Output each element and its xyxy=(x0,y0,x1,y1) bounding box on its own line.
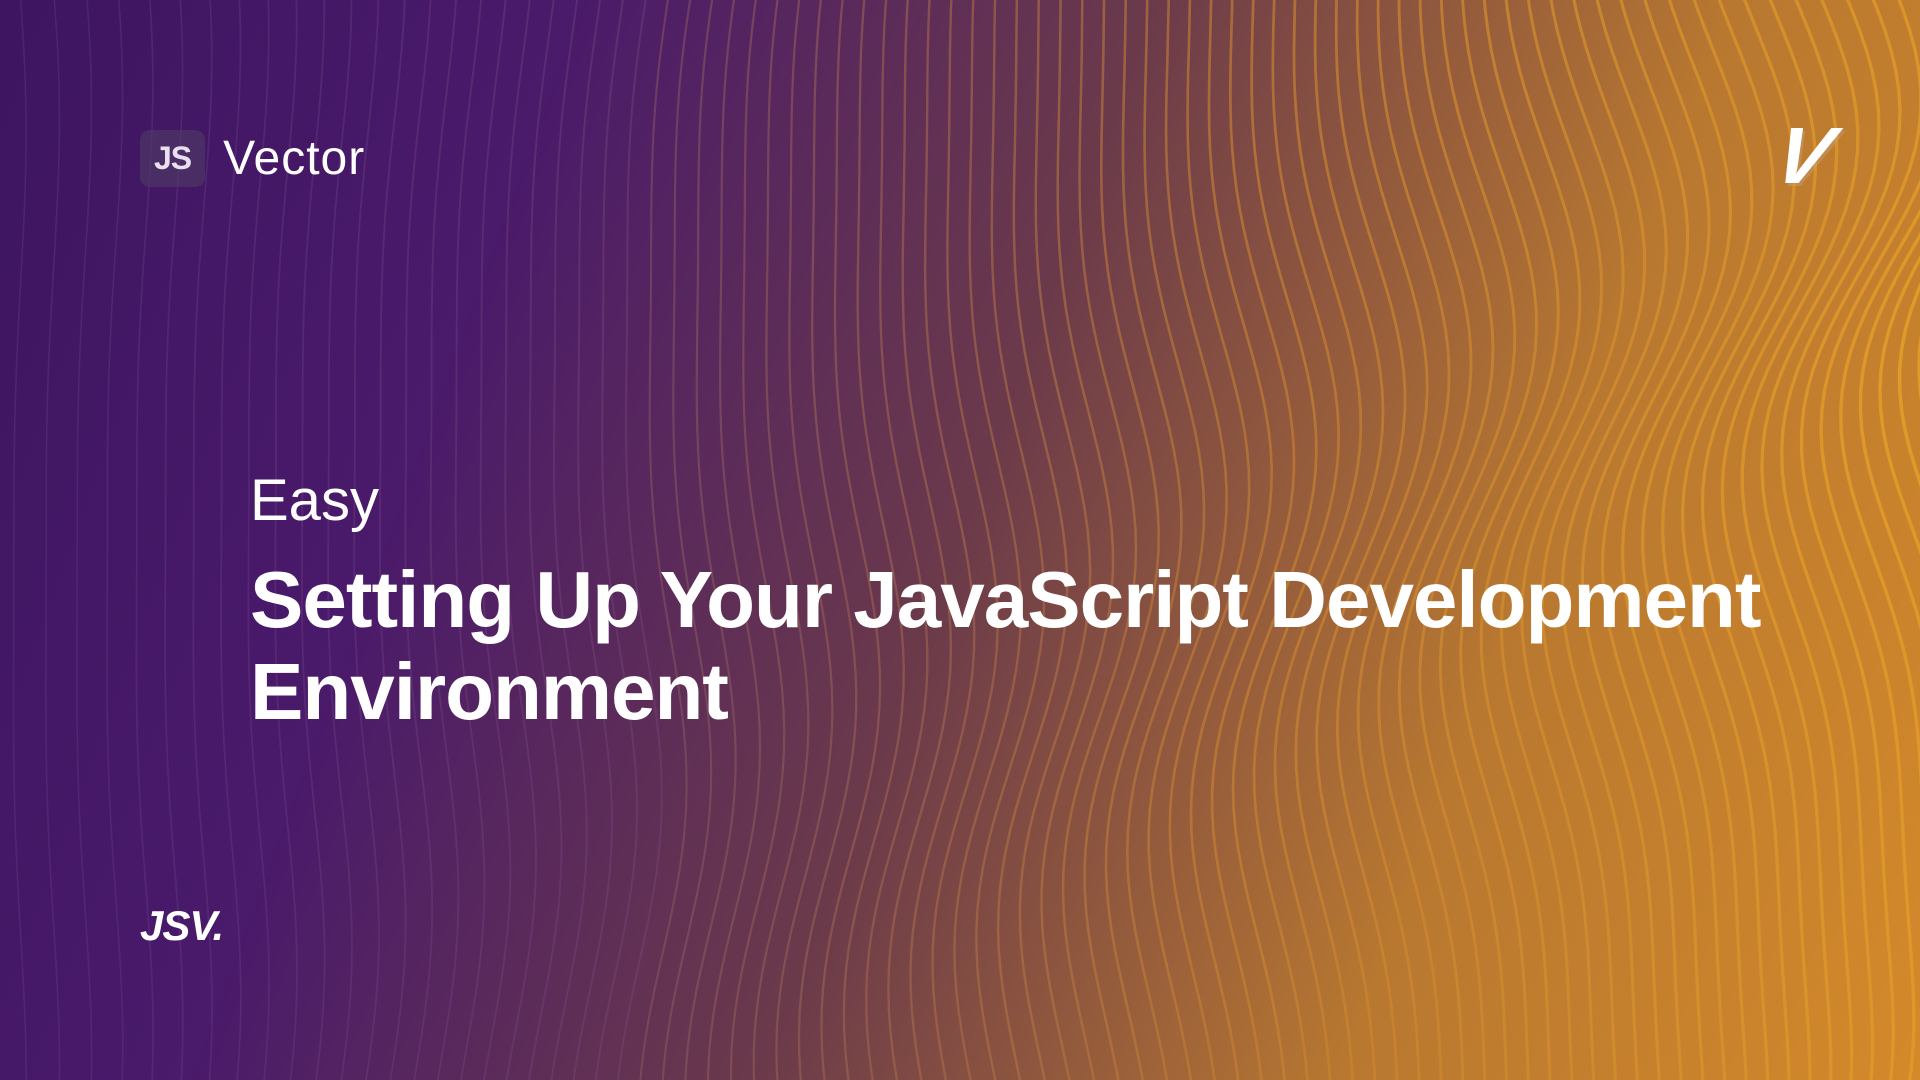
js-badge: JS xyxy=(140,130,205,187)
page-title: Setting Up Your JavaScript Development E… xyxy=(250,554,1780,738)
brand-text: Vector xyxy=(223,131,365,186)
v-corner-icon: V xyxy=(1764,110,1842,202)
logo-top: JS Vector xyxy=(140,130,1780,187)
main-content: Easy Setting Up Your JavaScript Developm… xyxy=(250,467,1780,738)
footer-logo: JSV. xyxy=(140,902,223,950)
difficulty-label: Easy xyxy=(250,467,1780,534)
